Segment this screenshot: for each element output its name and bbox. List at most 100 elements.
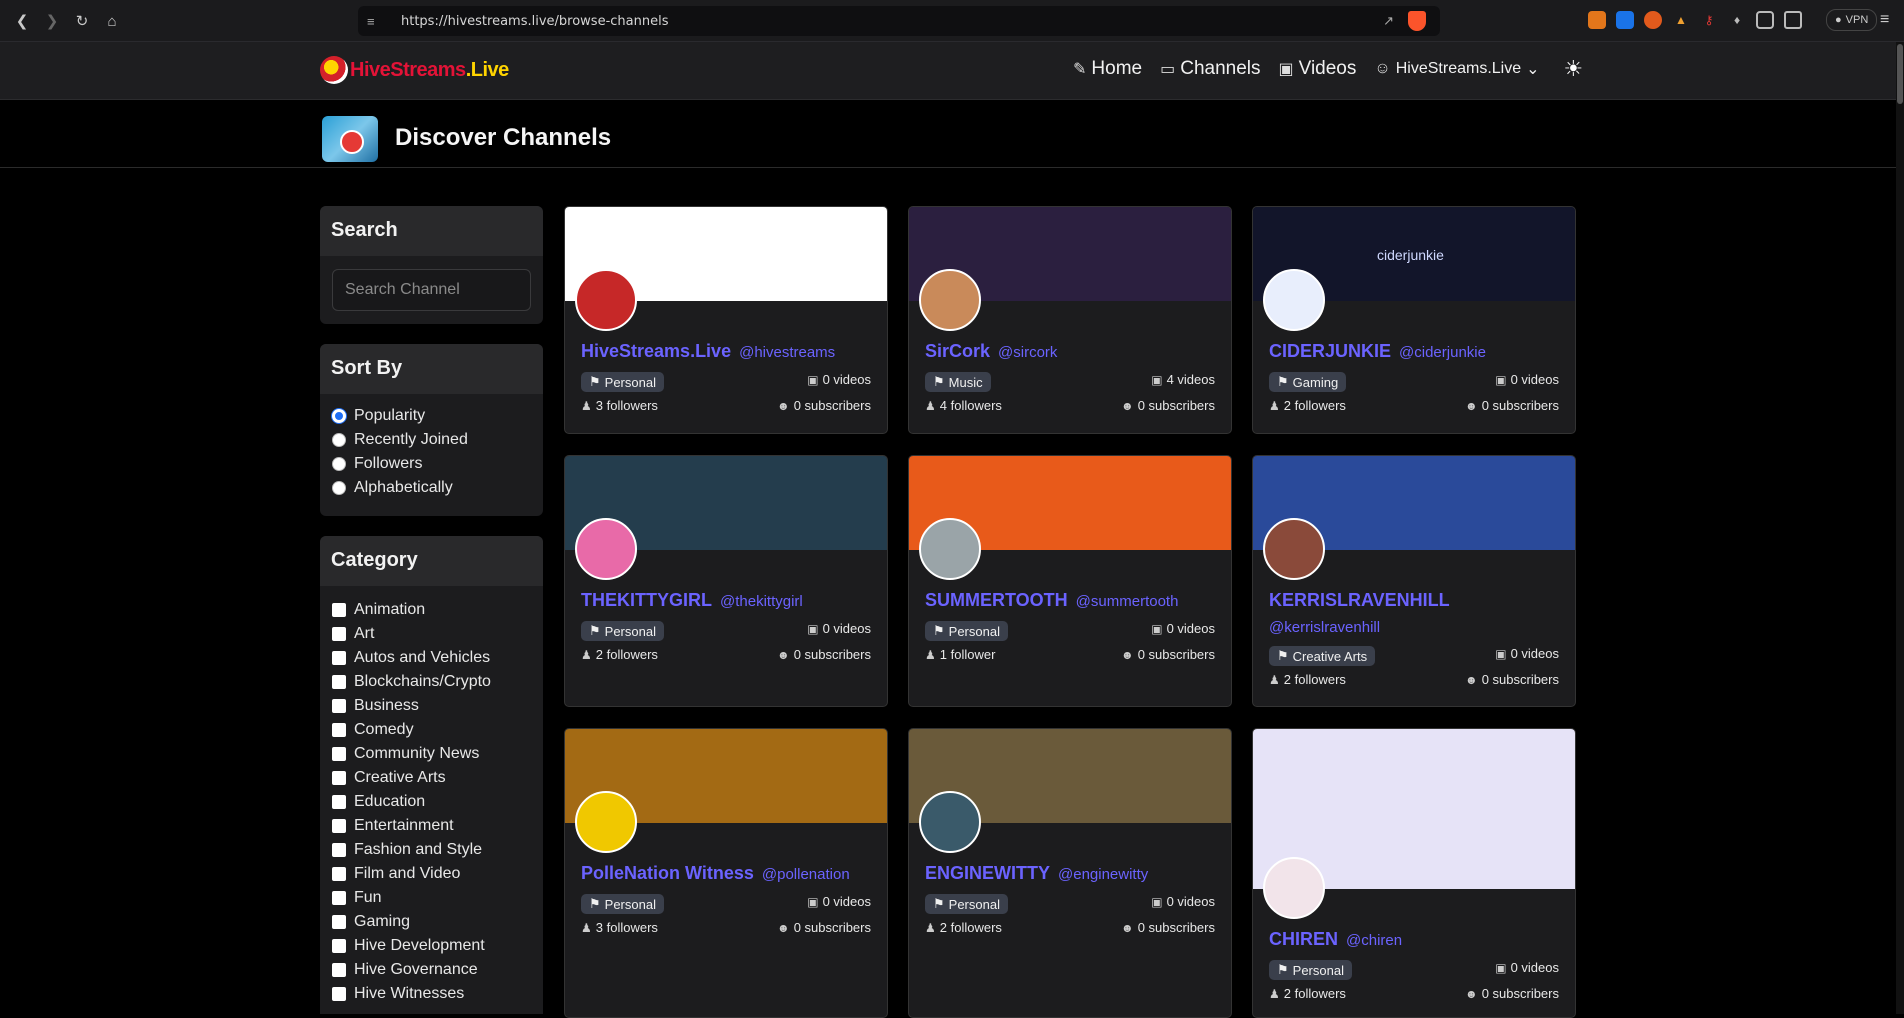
checkbox[interactable] bbox=[332, 627, 346, 641]
radio[interactable] bbox=[332, 457, 346, 471]
metamask-icon[interactable] bbox=[1588, 11, 1606, 29]
category-option[interactable]: Comedy bbox=[332, 718, 531, 742]
checkbox[interactable] bbox=[332, 747, 346, 761]
sort-option-followers[interactable]: Followers bbox=[332, 452, 531, 476]
channel-handle[interactable]: @sircork bbox=[998, 344, 1057, 361]
category-badge[interactable]: ⚑ Personal bbox=[925, 621, 1008, 641]
channel-name[interactable]: SUMMERTOOTH bbox=[925, 590, 1068, 611]
channel-handle[interactable]: @thekittygirl bbox=[720, 593, 803, 610]
channel-card[interactable]: KERRISLRAVENHILL @kerrislravenhill ⚑ Creati… bbox=[1252, 455, 1576, 707]
channel-card[interactable]: SUMMERTOOTH @summertooth ⚑ Personal ▣ 0 video… bbox=[908, 455, 1232, 707]
site-logo[interactable]: HiveStreams.Live bbox=[320, 56, 509, 84]
site-settings-icon[interactable]: ≡ bbox=[367, 14, 385, 29]
radio-selected[interactable] bbox=[332, 409, 346, 423]
nav-home[interactable]: ✎ Home bbox=[1073, 58, 1142, 80]
channel-name[interactable]: ENGINEWITTY bbox=[925, 863, 1050, 884]
checkbox[interactable] bbox=[332, 603, 346, 617]
home-icon[interactable]: ⌂ bbox=[100, 10, 124, 32]
triangle-icon[interactable]: ▲ bbox=[1672, 11, 1690, 29]
extension-icon[interactable] bbox=[1644, 11, 1662, 29]
reload-icon[interactable]: ↻ bbox=[70, 10, 94, 32]
channel-card[interactable]: THEKITTYGIRL @thekittygirl ⚑ Personal ▣ 0 vid… bbox=[564, 455, 888, 707]
channel-card[interactable]: ciderjunkie CIDERJUNKIE @ciderjunkie ⚑ Gamin… bbox=[1252, 206, 1576, 434]
category-option[interactable]: Community News bbox=[332, 742, 531, 766]
category-badge[interactable]: ⚑ Gaming bbox=[1269, 372, 1347, 392]
channel-card[interactable]: HiveStreams.Live @hivestreams ⚑ Personal ▣ 0 … bbox=[564, 206, 888, 434]
checkbox[interactable] bbox=[332, 675, 346, 689]
menu-icon[interactable]: ≡ bbox=[1880, 11, 1889, 29]
channel-name[interactable]: CIDERJUNKIE bbox=[1269, 341, 1391, 362]
category-option[interactable]: Entertainment bbox=[332, 814, 531, 838]
channel-name[interactable]: HiveStreams.Live bbox=[581, 341, 731, 362]
share-icon[interactable]: ↗ bbox=[1383, 13, 1394, 29]
sidebar-icon[interactable] bbox=[1756, 11, 1774, 29]
channel-avatar[interactable] bbox=[1263, 269, 1325, 331]
forward-icon[interactable]: ❯ bbox=[40, 10, 64, 32]
channel-name[interactable]: SirCork bbox=[925, 341, 990, 362]
address-bar[interactable]: ≡ https://hivestreams.live/browse-channe… bbox=[358, 6, 1440, 36]
checkbox[interactable] bbox=[332, 699, 346, 713]
brave-shield-icon[interactable] bbox=[1408, 11, 1426, 31]
category-option[interactable]: Creative Arts bbox=[332, 766, 531, 790]
category-badge[interactable]: ⚑ Personal bbox=[925, 894, 1008, 914]
channel-handle[interactable]: @kerrislravenhill bbox=[1269, 619, 1380, 636]
checkbox[interactable] bbox=[332, 987, 346, 1001]
channel-avatar[interactable] bbox=[575, 269, 637, 331]
category-badge[interactable]: ⚑ Music bbox=[925, 372, 991, 392]
user-menu[interactable]: ☺ HiveStreams.Live ⌄ bbox=[1374, 59, 1539, 79]
category-option[interactable]: Hive Development bbox=[332, 934, 531, 958]
page-scrollbar[interactable] bbox=[1896, 42, 1904, 1014]
checkbox[interactable] bbox=[332, 723, 346, 737]
category-option[interactable]: Autos and Vehicles bbox=[332, 646, 531, 670]
channel-handle[interactable]: @pollenation bbox=[762, 866, 850, 883]
category-option[interactable]: Education bbox=[332, 790, 531, 814]
channel-handle[interactable]: @chiren bbox=[1346, 932, 1402, 949]
channel-card[interactable]: ENGINEWITTY @enginewitty ⚑ Personal ▣ 0 video… bbox=[908, 728, 1232, 1018]
channel-handle[interactable]: @ciderjunkie bbox=[1399, 344, 1486, 361]
search-channel-input[interactable] bbox=[332, 269, 531, 311]
channel-avatar[interactable] bbox=[1263, 518, 1325, 580]
channel-avatar[interactable] bbox=[575, 791, 637, 853]
key-icon[interactable]: ⚷ bbox=[1700, 11, 1718, 29]
checkbox[interactable] bbox=[332, 867, 346, 881]
channel-handle[interactable]: @summertooth bbox=[1076, 593, 1179, 610]
radio[interactable] bbox=[332, 481, 346, 495]
checkbox[interactable] bbox=[332, 891, 346, 905]
category-option[interactable]: Business bbox=[332, 694, 531, 718]
vpn-button[interactable]: ● VPN bbox=[1826, 9, 1878, 31]
channel-name[interactable]: THEKITTYGIRL bbox=[581, 590, 712, 611]
channel-avatar[interactable] bbox=[919, 518, 981, 580]
url-text[interactable]: https://hivestreams.live/browse-channels bbox=[401, 14, 668, 29]
puzzle-icon[interactable]: ♦ bbox=[1728, 11, 1746, 29]
checkbox[interactable] bbox=[332, 963, 346, 977]
category-option[interactable]: Hive Witnesses bbox=[332, 982, 531, 1006]
checkbox[interactable] bbox=[332, 771, 346, 785]
checkbox[interactable] bbox=[332, 819, 346, 833]
channel-avatar[interactable] bbox=[1263, 857, 1325, 919]
category-badge[interactable]: ⚑ Personal bbox=[581, 372, 664, 392]
scrollbar-thumb[interactable] bbox=[1897, 44, 1903, 104]
category-option[interactable]: Hive Governance bbox=[332, 958, 531, 982]
category-option[interactable]: Blockchains/Crypto bbox=[332, 670, 531, 694]
nav-videos[interactable]: ▣ Videos bbox=[1279, 58, 1357, 80]
sort-option-recently-joined[interactable]: Recently Joined bbox=[332, 428, 531, 452]
channel-avatar[interactable] bbox=[919, 269, 981, 331]
category-option[interactable]: Art bbox=[332, 622, 531, 646]
category-badge[interactable]: ⚑ Personal bbox=[1269, 960, 1352, 980]
sort-option-popularity[interactable]: Popularity bbox=[332, 404, 531, 428]
channel-avatar[interactable] bbox=[575, 518, 637, 580]
checkbox[interactable] bbox=[332, 939, 346, 953]
category-option[interactable]: Gaming bbox=[332, 910, 531, 934]
category-option[interactable]: Fashion and Style bbox=[332, 838, 531, 862]
translate-icon[interactable] bbox=[1616, 11, 1634, 29]
channel-card[interactable]: CHIREN @chiren ⚑ Personal ▣ 0 videos ♟ 2 follow… bbox=[1252, 728, 1576, 1018]
channel-name[interactable]: PolleNation Witness bbox=[581, 863, 754, 884]
theme-toggle-sun-icon[interactable]: ☀ bbox=[1564, 56, 1584, 82]
nav-channels[interactable]: ▭ Channels bbox=[1160, 58, 1260, 80]
channel-avatar[interactable] bbox=[919, 791, 981, 853]
checkbox[interactable] bbox=[332, 651, 346, 665]
channel-handle[interactable]: @enginewitty bbox=[1058, 866, 1148, 883]
radio[interactable] bbox=[332, 433, 346, 447]
back-icon[interactable]: ❮ bbox=[10, 10, 34, 32]
category-badge[interactable]: ⚑ Creative Arts bbox=[1269, 646, 1376, 666]
